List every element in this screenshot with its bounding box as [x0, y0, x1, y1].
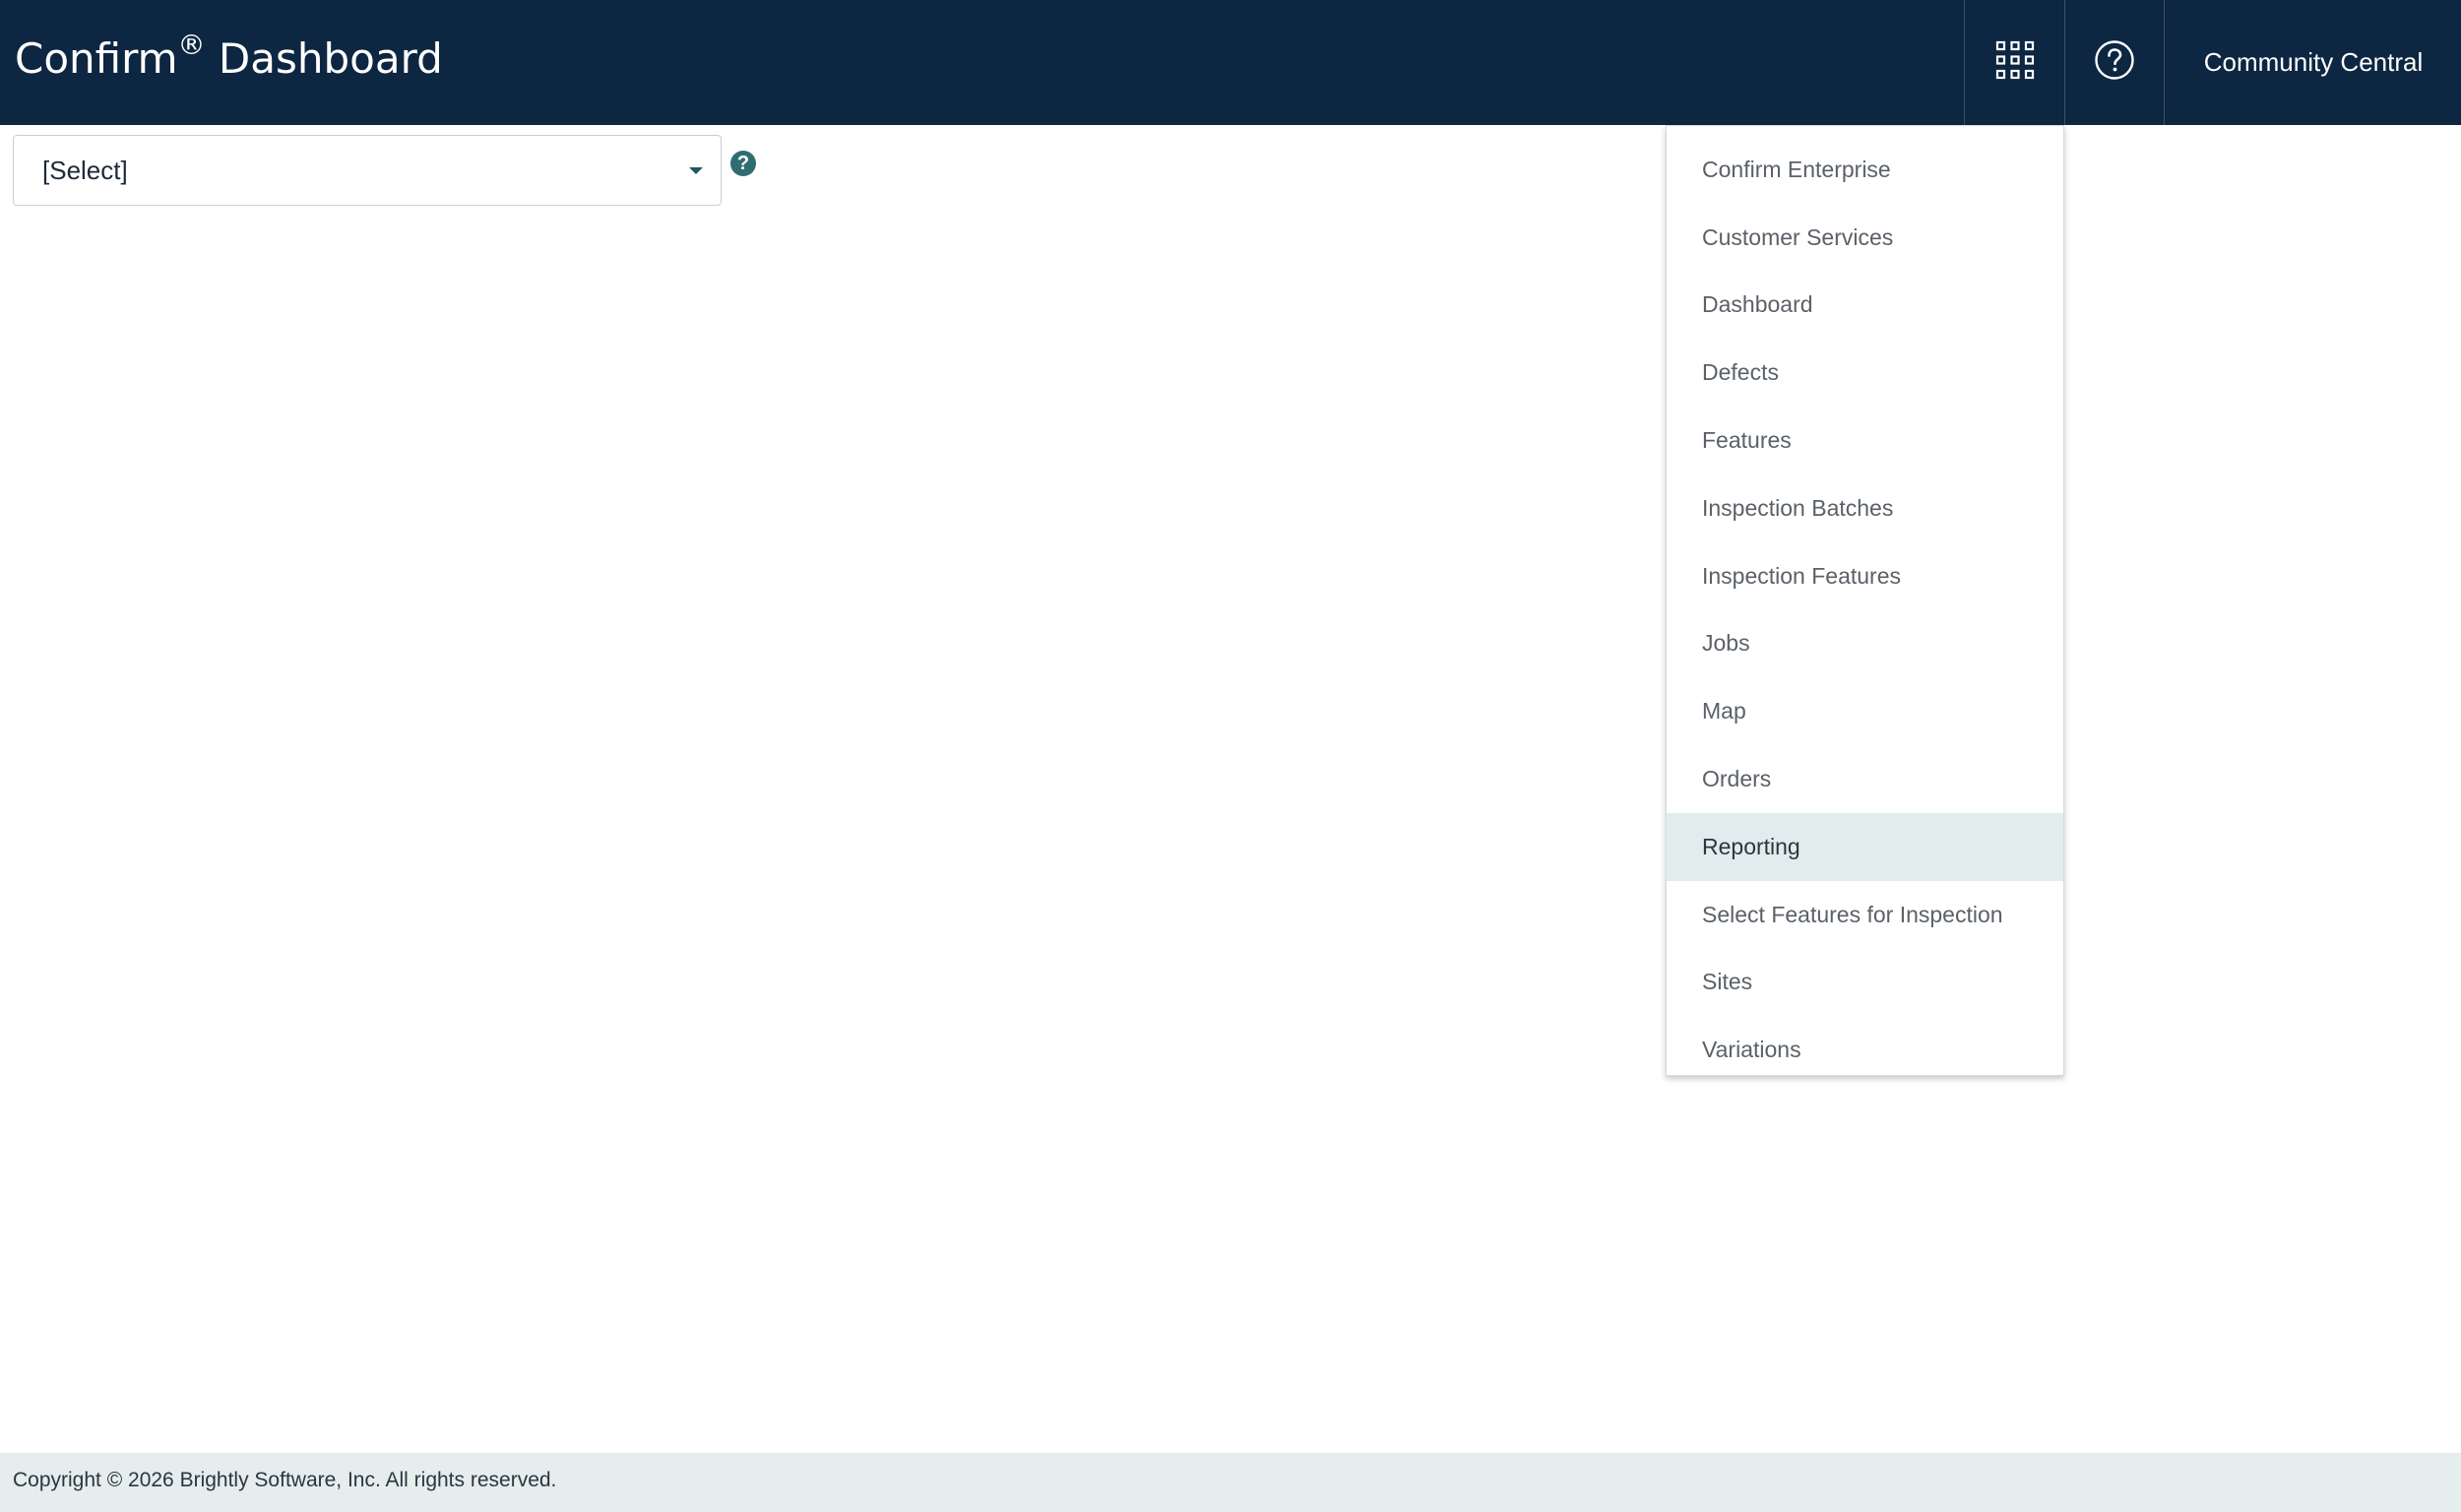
dashboard-select[interactable]: [Select] [13, 135, 722, 206]
menu-item-jobs[interactable]: Jobs [1667, 610, 2063, 678]
apps-menu-button[interactable] [1964, 0, 2064, 125]
menu-item-variations[interactable]: Variations [1667, 1016, 2063, 1084]
question-icon[interactable]: ? [730, 151, 756, 176]
menu-item-features[interactable]: Features [1667, 407, 2063, 474]
menu-item-map[interactable]: Map [1667, 677, 2063, 745]
menu-item-reporting[interactable]: Reporting [1667, 813, 2063, 881]
app-header: Confirm® Dashboard Community Central [0, 0, 2461, 125]
help-circle-icon [2094, 39, 2135, 86]
menu-item-defects[interactable]: Defects [1667, 339, 2063, 407]
grid-icon [1995, 40, 2035, 85]
menu-item-orders[interactable]: Orders [1667, 745, 2063, 813]
title-main: Confirm [15, 34, 178, 83]
title-rest: Dashboard [205, 34, 443, 83]
menu-item-select-features-for-inspection[interactable]: Select Features for Inspection [1667, 881, 2063, 949]
page-title: Confirm® Dashboard [15, 24, 443, 94]
copyright-text: Copyright © 2026 Brightly Software, Inc.… [13, 1469, 557, 1491]
menu-item-dashboard[interactable]: Dashboard [1667, 272, 2063, 340]
select-value: [Select] [42, 156, 128, 185]
user-menu[interactable]: Community Central [2166, 0, 2461, 125]
menu-item-customer-services[interactable]: Customer Services [1667, 204, 2063, 272]
apps-dropdown-menu: Confirm Enterprise Customer Services Das… [1666, 125, 2064, 1076]
menu-item-inspection-features[interactable]: Inspection Features [1667, 542, 2063, 610]
help-button[interactable] [2064, 0, 2165, 125]
menu-item-sites[interactable]: Sites [1667, 949, 2063, 1017]
page-footer: Copyright © 2026 Brightly Software, Inc.… [0, 1453, 2461, 1512]
menu-item-confirm-enterprise[interactable]: Confirm Enterprise [1667, 136, 2063, 204]
registered-mark: ® [177, 29, 206, 61]
caret-down-icon [689, 167, 703, 174]
menu-item-inspection-batches[interactable]: Inspection Batches [1667, 474, 2063, 542]
